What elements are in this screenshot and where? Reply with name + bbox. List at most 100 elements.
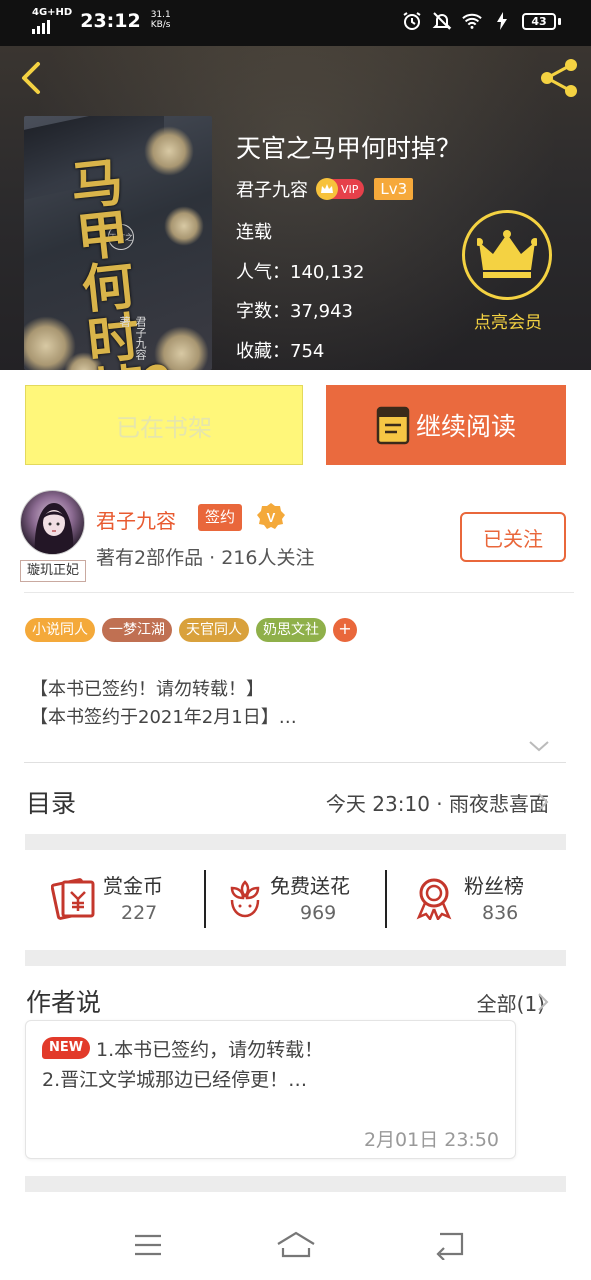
free-flower-value: 969	[300, 902, 337, 924]
favorites-value: 754	[290, 341, 325, 362]
book-author[interactable]: 君子九容	[236, 176, 308, 202]
tag-chip[interactable]: 奶思文社	[256, 618, 326, 642]
gold-coin-envelope-icon	[50, 876, 97, 920]
book-notice[interactable]: 【本书已签约！请勿转载！】 【本书签约于2021年2月1日】…	[30, 676, 297, 732]
author-says-time: 2月01日 23:50	[363, 1129, 499, 1151]
alarm-icon	[402, 11, 422, 31]
author-says-title: 作者说	[26, 988, 102, 1017]
on-shelf-button[interactable]: 已在书架	[25, 385, 303, 465]
status-bar: 4G+HD 23:12 31.1 KB/s 43	[0, 0, 591, 46]
tag-chip[interactable]: 天官同人	[179, 618, 249, 642]
vip-label[interactable]: 点亮会员	[459, 308, 557, 333]
back-icon	[436, 1232, 464, 1261]
book-detail-body: 已在书架 继续阅读 璇玑正妃 君子九容 签约 V 著有2部作品 · 216人关注…	[0, 370, 591, 1210]
favorites-label: 收藏：	[236, 341, 290, 362]
author-says-chevron[interactable]	[537, 992, 549, 1012]
verified-v-label: V	[267, 510, 276, 525]
book-status: 连载	[236, 222, 272, 243]
divider	[24, 762, 566, 763]
free-flower-button[interactable]: 免费送花 969	[206, 850, 386, 950]
status-left: 4G+HD 23:12 31.1 KB/s	[32, 8, 171, 34]
author-name[interactable]: 君子九容	[96, 505, 176, 534]
net-speed: 31.1 KB/s	[149, 10, 171, 30]
divider	[24, 592, 574, 593]
mute-icon	[432, 11, 452, 31]
toc-title[interactable]: 目录	[26, 784, 76, 820]
expand-button[interactable]	[528, 738, 550, 752]
flower-icon	[222, 876, 268, 920]
battery-tip	[558, 17, 561, 25]
author-avatar[interactable]	[20, 490, 85, 555]
menu-icon	[135, 1234, 161, 1256]
verified-badge: V	[256, 502, 286, 532]
popularity-label: 人气：	[236, 262, 290, 283]
signal-icon	[32, 20, 72, 34]
popularity-stat: 人气：140,132	[236, 258, 364, 284]
home-icon	[277, 1231, 315, 1258]
back-nav-button[interactable]	[432, 1230, 468, 1261]
home-button[interactable]	[276, 1230, 315, 1260]
battery-indicator: 43	[522, 12, 561, 30]
system-nav-bar	[0, 1210, 591, 1280]
speed-value: 31.1	[150, 10, 171, 20]
notice-line: 【本书已签约！请勿转载！】	[30, 679, 264, 700]
back-button[interactable]	[14, 60, 50, 96]
charging-icon	[492, 11, 512, 31]
avatar-image	[34, 503, 74, 554]
notice-line: 【本书签约于2021年2月1日】…	[30, 707, 297, 728]
network-group: 4G+HD	[32, 8, 72, 34]
share-button[interactable]	[537, 56, 581, 100]
more-tags-button[interactable]: +	[333, 618, 357, 642]
vip-badge: VIP	[316, 178, 365, 200]
tag-chip[interactable]: 小说同人	[25, 618, 95, 642]
cover-author: 君子九容 著	[118, 316, 147, 360]
word-count-stat: 字数：37,943	[236, 297, 353, 323]
verified-v-icon: V	[257, 503, 285, 529]
menu-button[interactable]	[130, 1230, 166, 1260]
free-flower-label: 免费送花	[270, 874, 350, 898]
book-title: 天官之马甲何时掉？	[236, 134, 462, 163]
clock: 23:12	[80, 10, 141, 32]
tag-chip[interactable]: 一梦江湖	[102, 618, 172, 642]
vip-button[interactable]	[462, 210, 552, 300]
reward-gold-label: 赏金币	[103, 874, 163, 898]
chevron-down-icon	[529, 741, 549, 752]
tag-list: 小说同人 一梦江湖 天官同人 奶思文社 +	[25, 618, 357, 642]
wifi-icon	[462, 11, 482, 31]
chevron-right-icon	[538, 993, 549, 1011]
book-header: 天官之 马甲何时掉？ 君子九容 著 天官之马甲何时掉？ 君子九容 VIP Lv3…	[0, 46, 591, 370]
crown-icon	[477, 230, 537, 278]
reward-row: 赏金币 227 免费送花 969 粉丝榜 836	[25, 850, 566, 950]
fan-rank-value: 836	[482, 902, 519, 924]
reward-gold-value: 227	[121, 902, 158, 924]
author-says-all[interactable]: 全部(1)	[477, 988, 545, 1017]
follow-button[interactable]: 已关注	[460, 512, 566, 562]
chevron-left-icon	[22, 62, 40, 94]
words-label: 字数：	[236, 301, 290, 322]
author-says-line: 1.本书已签约，请勿转载！	[96, 1039, 324, 1061]
fan-rank-label: 粉丝榜	[464, 874, 524, 898]
chevron-right-icon	[538, 793, 549, 811]
words-value: 37,943	[290, 301, 353, 322]
book-author-row: 君子九容 VIP Lv3	[236, 176, 414, 202]
reward-gold-button[interactable]: 赏金币 227	[25, 850, 205, 950]
section-separator	[25, 950, 566, 966]
medal-icon	[411, 876, 457, 922]
book-cover[interactable]: 天官之 马甲何时掉？ 君子九容 著	[24, 116, 212, 370]
crown-icon	[316, 178, 338, 200]
new-badge: NEW	[42, 1037, 90, 1059]
level-badge: Lv3	[374, 178, 414, 200]
continue-reading-button[interactable]: 继续阅读	[326, 385, 566, 465]
author-says-line: 2.晋江文学城那边已经停更！…	[42, 1069, 308, 1091]
popularity-value: 140,132	[290, 262, 365, 283]
section-separator	[25, 834, 566, 850]
signed-badge: 签约	[198, 504, 243, 531]
book-icon	[376, 406, 410, 445]
battery-level: 43	[522, 12, 556, 30]
toc-latest-chapter[interactable]: 今天 23:10 · 雨夜悲喜面	[326, 788, 549, 817]
author-says-card[interactable]: NEW 1.本书已签约，请勿转载！ 2.晋江文学城那边已经停更！… 2月01日 …	[25, 1020, 516, 1159]
share-icon	[541, 59, 577, 97]
fan-rank-button[interactable]: 粉丝榜 836	[387, 850, 566, 950]
status-right: 43	[402, 11, 561, 31]
toc-chevron[interactable]	[537, 792, 549, 812]
